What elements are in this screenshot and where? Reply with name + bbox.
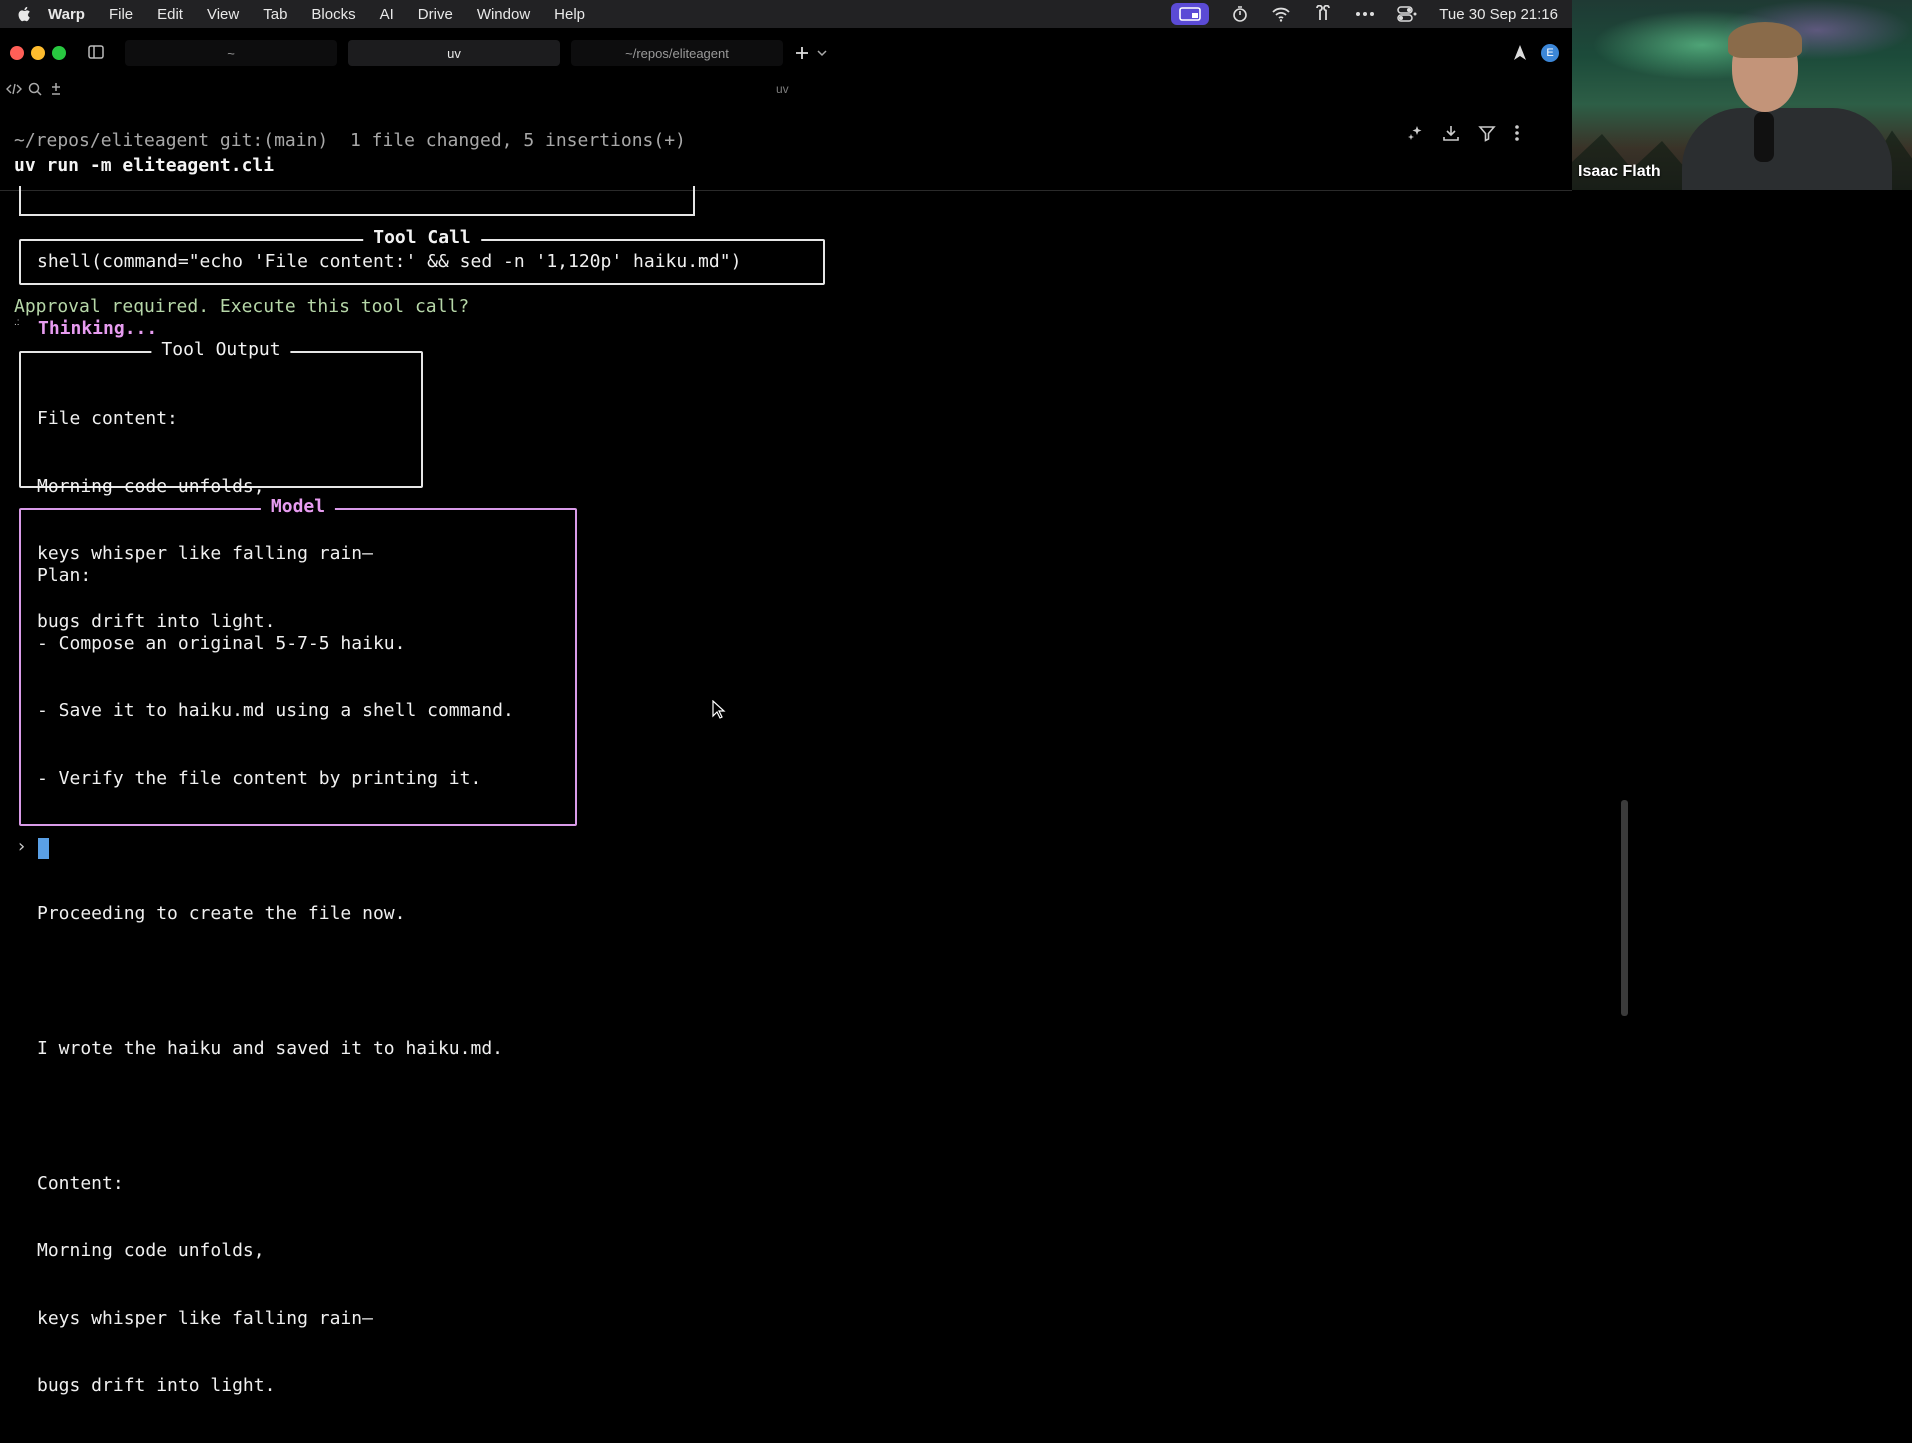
model-line: bugs drift into light. bbox=[37, 1375, 276, 1396]
model-box: Model Plan: - Compose an original 5-7-5 … bbox=[19, 496, 577, 1396]
menu-bar: Warp File Edit View Tab Blocks AI Drive … bbox=[0, 0, 1572, 28]
menubar-clock[interactable]: Tue 30 Sep 21:16 bbox=[1439, 6, 1558, 23]
model-line: - Compose an original 5-7-5 haiku. bbox=[37, 632, 406, 654]
tab-label: uv bbox=[447, 45, 461, 61]
avatar[interactable]: E bbox=[1541, 44, 1559, 62]
prompt-line: ~/repos/eliteagent git:(main) 1 file cha… bbox=[14, 130, 686, 151]
block-actions bbox=[1406, 124, 1520, 142]
close-window-button[interactable] bbox=[10, 46, 24, 60]
code-icon[interactable] bbox=[6, 82, 22, 96]
model-line: - Verify the file content by printing it… bbox=[37, 767, 482, 789]
minimize-window-button[interactable] bbox=[31, 46, 45, 60]
avatar-initial: E bbox=[1546, 47, 1554, 59]
webcam-overlay: Isaac Flath bbox=[1572, 0, 1912, 190]
tool-call-box: Tool Call shell(command="echo 'File cont… bbox=[19, 227, 825, 285]
model-content: Plan: - Compose an original 5-7-5 haiku.… bbox=[37, 520, 514, 1443]
menu-app-warp[interactable]: Warp bbox=[48, 6, 85, 23]
filter-icon[interactable] bbox=[1478, 124, 1496, 142]
menu-ai[interactable]: AI bbox=[380, 6, 394, 23]
output-line: Morning code unfolds, bbox=[37, 475, 265, 497]
menu-drive[interactable]: Drive bbox=[418, 6, 453, 23]
model-title: Model bbox=[260, 496, 336, 519]
presenter-body bbox=[1682, 108, 1892, 190]
thinking-text: Thinking... bbox=[38, 318, 158, 339]
input-prompt-symbol: › bbox=[16, 836, 27, 857]
download-icon[interactable] bbox=[1442, 124, 1460, 142]
zoom-window-button[interactable] bbox=[52, 46, 66, 60]
menu-view[interactable]: View bbox=[207, 6, 239, 23]
model-line bbox=[37, 835, 514, 858]
model-line bbox=[37, 1105, 514, 1128]
spinner-icon: .: bbox=[14, 317, 20, 328]
previous-box-tail bbox=[19, 186, 695, 216]
mouse-pointer-icon bbox=[712, 700, 726, 719]
airpods-icon[interactable] bbox=[1313, 5, 1333, 23]
tab-home[interactable]: ~ bbox=[125, 40, 337, 66]
model-line: I wrote the haiku and saved it to haiku.… bbox=[37, 1037, 503, 1059]
menu-file[interactable]: File bbox=[109, 6, 133, 23]
model-line bbox=[37, 970, 514, 993]
output-line: File content: bbox=[37, 408, 178, 429]
tab-eliteagent[interactable]: ~/repos/eliteagent bbox=[571, 40, 783, 66]
model-line: - Save it to haiku.md using a shell comm… bbox=[37, 700, 514, 721]
tool-output-title: Tool Output bbox=[151, 339, 291, 362]
command-line[interactable]: uv run -m eliteagent.cli bbox=[14, 155, 274, 178]
kebab-menu-icon[interactable] bbox=[1514, 124, 1520, 142]
model-line: Content: bbox=[37, 1172, 124, 1194]
menu-tab[interactable]: Tab bbox=[263, 6, 287, 23]
tool-call-content: shell(command="echo 'File content:' && s… bbox=[37, 251, 742, 272]
tab-label: ~/repos/eliteagent bbox=[625, 45, 729, 61]
tab-uv[interactable]: uv bbox=[348, 40, 560, 66]
tool-output-box: Tool Output File content: Morning code u… bbox=[19, 339, 423, 632]
new-tab-plus-icon[interactable] bbox=[794, 45, 810, 61]
screen-share-icon[interactable] bbox=[1171, 3, 1210, 25]
presenter-name: Isaac Flath bbox=[1578, 163, 1661, 180]
diff-icon[interactable] bbox=[50, 81, 62, 97]
search-icon[interactable] bbox=[28, 82, 42, 96]
tab-bar: ~ uv ~/repos/eliteagent E bbox=[0, 34, 1572, 72]
warp-agent-icon[interactable] bbox=[1512, 44, 1528, 62]
ai-sparkle-icon[interactable] bbox=[1406, 124, 1424, 142]
menu-help[interactable]: Help bbox=[554, 6, 585, 23]
model-line: Morning code unfolds, bbox=[37, 1240, 265, 1261]
apple-icon[interactable] bbox=[16, 5, 34, 23]
sidebar-toggle-icon[interactable] bbox=[88, 45, 104, 59]
presenter-hair bbox=[1728, 22, 1802, 58]
model-line: Plan: bbox=[37, 565, 92, 586]
model-line: Proceeding to create the file now. bbox=[37, 902, 406, 924]
menu-window[interactable]: Window bbox=[477, 6, 530, 23]
pane-title: uv bbox=[776, 82, 789, 96]
menu-edit[interactable]: Edit bbox=[157, 6, 183, 23]
tool-call-title: Tool Call bbox=[363, 227, 481, 250]
more-dots-icon[interactable] bbox=[1355, 11, 1375, 17]
microphone-icon bbox=[1754, 112, 1774, 162]
approval-text: Approval required. Execute this tool cal… bbox=[14, 296, 470, 317]
tab-label: ~ bbox=[227, 45, 235, 61]
model-line: keys whisper like falling rain— bbox=[37, 1307, 373, 1329]
wifi-icon[interactable] bbox=[1271, 6, 1291, 22]
menu-blocks[interactable]: Blocks bbox=[311, 6, 355, 23]
pane-toolbar: uv bbox=[0, 76, 1572, 102]
scrollbar[interactable] bbox=[1621, 800, 1628, 1016]
chevron-down-icon[interactable] bbox=[817, 49, 827, 57]
control-center-icon[interactable] bbox=[1397, 6, 1417, 22]
text-cursor[interactable] bbox=[38, 838, 49, 859]
stopwatch-icon[interactable] bbox=[1231, 5, 1249, 23]
